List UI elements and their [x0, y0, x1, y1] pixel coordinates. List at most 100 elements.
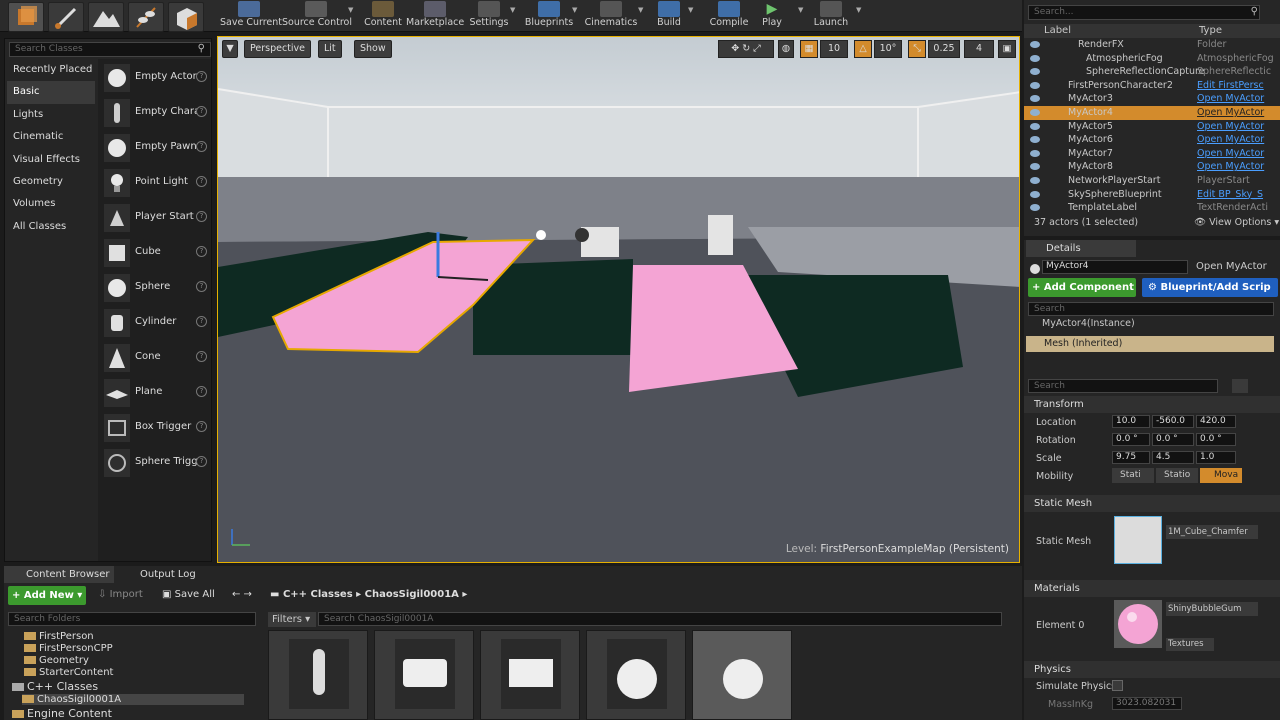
outliner-row[interactable]: MyActor8 Open MyActor [1024, 160, 1280, 174]
category-geometry[interactable]: Geometry [7, 171, 95, 193]
outliner-row[interactable]: AtmosphericFog AtmosphericFog [1024, 52, 1280, 66]
place-item-empty-pawn[interactable]: Empty Pawn? [98, 131, 211, 165]
eye-icon[interactable] [1030, 149, 1040, 157]
eye-icon[interactable] [1030, 122, 1040, 130]
category-volumes[interactable]: Volumes [7, 193, 95, 215]
outliner-row[interactable]: MyActor5 Open MyActor [1024, 120, 1280, 134]
outliner-row[interactable]: MyActor3 Open MyActor [1024, 92, 1280, 106]
eye-icon[interactable] [1030, 54, 1040, 62]
level-viewport[interactable]: ▼ Perspective Lit Show ✥ ↻ ⤢ ◍ ▦ 10 △ 10… [217, 36, 1020, 563]
eye-icon[interactable] [1030, 68, 1040, 76]
tree-folder-engine-content[interactable]: Engine Content [12, 707, 112, 720]
eye-icon[interactable] [1030, 136, 1040, 144]
location-label[interactable]: Location [1036, 417, 1076, 428]
outliner-row-type[interactable]: Open MyActor [1197, 106, 1277, 119]
save-current-button[interactable]: Save Current [220, 0, 282, 32]
tree-folder[interactable]: FirstPersonCPP [24, 643, 113, 654]
physics-section[interactable]: Physics [1024, 661, 1280, 678]
outliner-row[interactable]: NetworkPlayerStart PlayerStart [1024, 174, 1280, 188]
static-mesh-dropdown[interactable]: 1M_Cube_Chamfer [1166, 525, 1258, 539]
eye-icon[interactable] [1030, 190, 1040, 198]
place-mode-icon[interactable] [8, 2, 44, 32]
outliner-row[interactable]: FirstPersonCharacter2 Edit FirstPersc [1024, 79, 1280, 93]
place-item-cylinder[interactable]: Cylinder? [98, 306, 211, 340]
blueprint-add-script-button[interactable]: ⚙ Blueprint/Add Scrip [1142, 278, 1278, 297]
help-icon[interactable]: ? [196, 281, 207, 292]
help-icon[interactable]: ? [196, 456, 207, 467]
folder-search-input[interactable]: Search Folders [8, 612, 256, 626]
chevron-down-icon[interactable]: ▼ [638, 6, 643, 14]
help-icon[interactable]: ? [196, 351, 207, 362]
place-item-cone[interactable]: Cone? [98, 341, 211, 375]
outliner-row[interactable]: TemplateLabel TextRenderActi [1024, 201, 1280, 215]
compile-button[interactable]: Compile [706, 0, 752, 32]
eye-icon[interactable] [1030, 177, 1040, 184]
textures-dropdown[interactable]: Textures [1166, 638, 1214, 651]
place-item-plane[interactable]: Plane? [98, 376, 211, 410]
material-thumbnail[interactable] [1114, 600, 1162, 648]
location-z-field[interactable]: 420.0 [1196, 415, 1236, 428]
content-button[interactable]: Content [362, 0, 404, 32]
tree-folder-cpp-classes[interactable]: C++ Classes [12, 680, 98, 693]
outliner-row-type[interactable]: Open MyActor [1197, 133, 1277, 146]
asset-actor-class-selected[interactable] [692, 630, 792, 720]
help-icon[interactable]: ? [196, 176, 207, 187]
chevron-down-icon[interactable]: ▼ [688, 6, 693, 14]
category-visual-effects[interactable]: Visual Effects [7, 149, 95, 171]
materials-section[interactable]: Materials [1024, 580, 1280, 597]
source-control-button[interactable]: Source Control [282, 0, 352, 32]
place-item-point-light[interactable]: Point Light? [98, 166, 211, 200]
mobility-movable[interactable]: Mova [1200, 468, 1242, 483]
outliner-row[interactable]: MyActor7 Open MyActor [1024, 147, 1280, 161]
lit-button[interactable]: Lit [318, 40, 342, 58]
help-icon[interactable]: ? [196, 141, 207, 152]
outliner-row[interactable]: SkySphereBlueprint Edit BP_Sky_S [1024, 188, 1280, 202]
paint-mode-icon[interactable] [48, 2, 84, 32]
category-cinematic[interactable]: Cinematic [7, 126, 95, 148]
place-item-sphere-trigger[interactable]: Sphere Trigge? [98, 446, 211, 480]
mobility-static[interactable]: Stati [1112, 468, 1154, 483]
eye-icon[interactable] [1030, 109, 1040, 116]
eye-icon[interactable] [1030, 163, 1040, 171]
transform-section[interactable]: Transform [1024, 396, 1280, 413]
viewport-options-button[interactable]: ▼ [222, 40, 238, 58]
add-component-button[interactable]: + Add Component ▾ [1028, 278, 1136, 312]
rotation-label[interactable]: Rotation [1036, 435, 1076, 446]
scale-snap-icon[interactable]: ⤡ [908, 40, 926, 58]
grid-snap-icon[interactable]: ▦ [800, 40, 818, 58]
chevron-down-icon[interactable]: ▼ [798, 6, 803, 14]
marketplace-button[interactable]: Marketplace [406, 0, 464, 32]
chevron-down-icon[interactable]: ▼ [572, 6, 577, 14]
details-search-input[interactable]: Search [1028, 379, 1218, 393]
location-x-field[interactable]: 10.0 [1112, 415, 1150, 428]
outliner-row-type[interactable]: Open MyActor [1197, 120, 1277, 133]
mesh-component-row[interactable]: Mesh (Inherited) [1026, 336, 1274, 352]
open-actor-link[interactable]: Open MyActor [1196, 261, 1267, 272]
outliner-row-type[interactable]: Open MyActor [1197, 147, 1277, 160]
category-lights[interactable]: Lights [7, 104, 95, 126]
show-button[interactable]: Show [354, 40, 392, 58]
view-options-button[interactable]: 👁 View Options ▾ [1194, 217, 1279, 228]
grid-snap-value[interactable]: 10 [820, 40, 848, 58]
launch-button[interactable]: Launch [812, 0, 850, 32]
scale-label[interactable]: Scale [1036, 453, 1062, 464]
scale-z-field[interactable]: 1.0 [1196, 451, 1236, 464]
transform-mode-icons[interactable]: ✥ ↻ ⤢ [718, 40, 774, 58]
add-new-button[interactable]: + Add New ▾ [8, 586, 86, 605]
place-item-sphere[interactable]: Sphere? [98, 271, 211, 305]
outliner-row[interactable]: MyActor4 Open MyActor [1024, 106, 1280, 120]
outliner-row[interactable]: SphereReflectionCapture SphereReflectic [1024, 65, 1280, 79]
mobility-stationary[interactable]: Statio [1156, 468, 1198, 483]
cinematics-button[interactable]: Cinematics [584, 0, 638, 32]
category-basic[interactable]: Basic [7, 81, 95, 104]
static-mesh-thumbnail[interactable] [1114, 516, 1162, 564]
outliner-row-type[interactable]: Edit BP_Sky_S [1197, 188, 1277, 201]
place-item-box-trigger[interactable]: Box Trigger? [98, 411, 211, 445]
asset-controller-class[interactable] [374, 630, 474, 720]
help-icon[interactable]: ? [196, 316, 207, 327]
outliner-search-input[interactable]: Search... [1028, 5, 1260, 20]
scale-y-field[interactable]: 4.5 [1152, 451, 1194, 464]
maximize-viewport-icon[interactable]: ▣ [998, 40, 1016, 58]
import-button[interactable]: ⇩ Import [98, 589, 143, 600]
location-y-field[interactable]: -560.0 [1152, 415, 1194, 428]
